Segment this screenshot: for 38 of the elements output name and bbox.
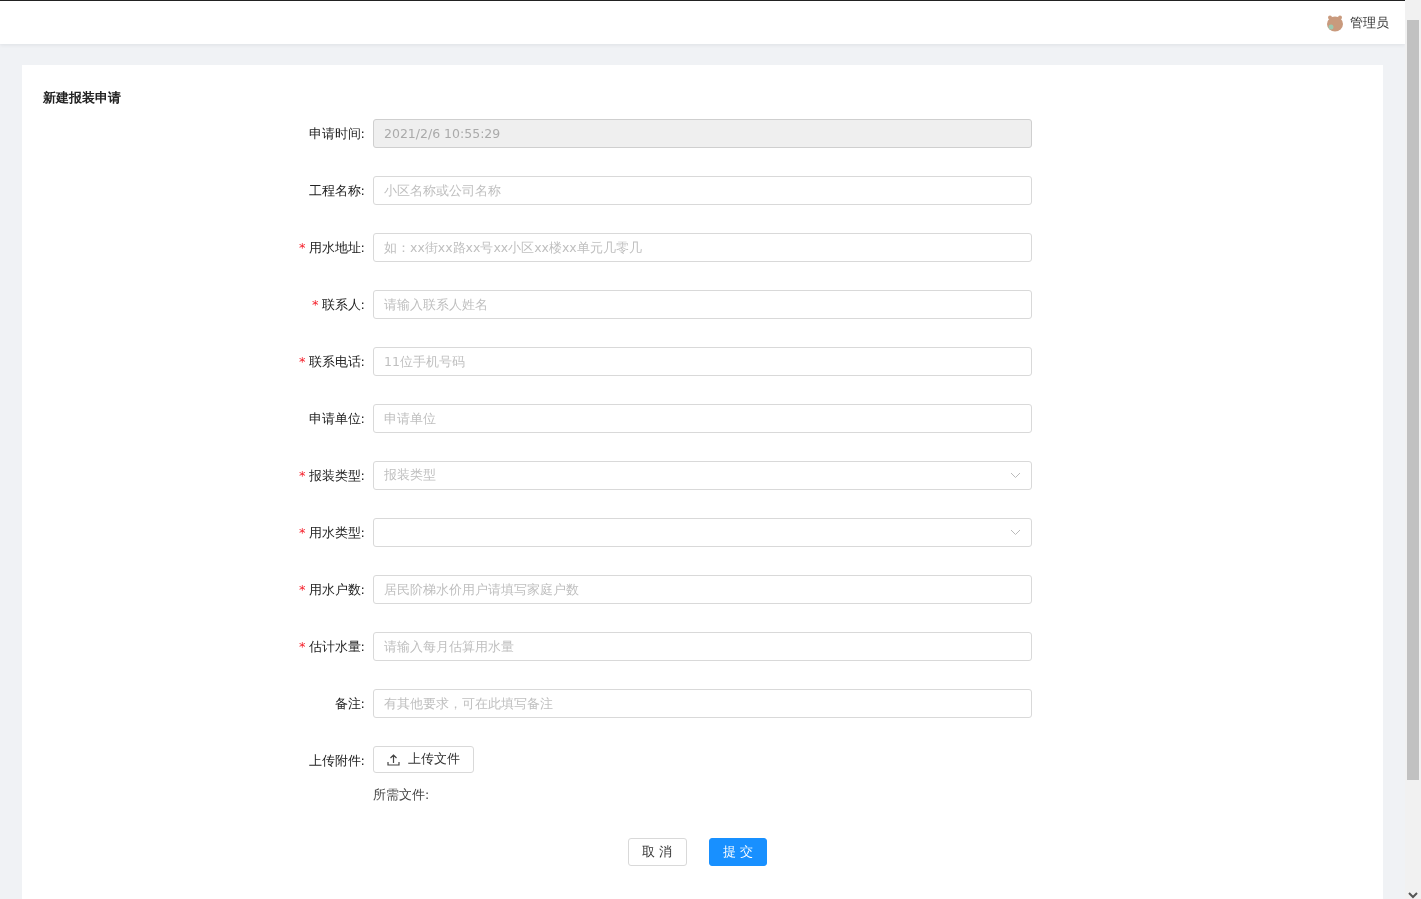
- field-label: 报装类型:: [308, 468, 365, 483]
- field-label: 联系电话:: [308, 354, 365, 369]
- text-field[interactable]: 请输入每月估算用水量: [373, 632, 1032, 661]
- text-field[interactable]: 请输入联系人姓名: [373, 290, 1032, 319]
- chevron-down-icon: [1010, 529, 1021, 536]
- required-mark: *: [299, 354, 306, 369]
- required-mark: *: [299, 582, 306, 597]
- required-mark: *: [299, 468, 306, 483]
- field-label: 估计水量:: [308, 639, 365, 654]
- field-label: 备注:: [334, 696, 365, 711]
- required-mark: *: [299, 639, 306, 654]
- scrollbar[interactable]: [1405, 0, 1421, 899]
- avatar-icon: [1326, 13, 1344, 32]
- field-label: 申请时间:: [308, 126, 365, 141]
- text-field[interactable]: 居民阶梯水价用户请填写家庭户数: [373, 575, 1032, 604]
- user-name[interactable]: 管理员: [1350, 13, 1389, 32]
- scroll-down-icon[interactable]: [1408, 891, 1418, 899]
- text-field[interactable]: 如：xx街xx路xx号xx小区xx楼xx单元几零几: [373, 233, 1032, 262]
- form-title: 新建报装申请: [43, 89, 122, 107]
- chevron-down-icon: [1010, 472, 1021, 479]
- upload-button[interactable]: 上传文件: [373, 746, 474, 773]
- required-mark: *: [299, 525, 306, 540]
- upload-icon: [387, 753, 400, 766]
- text-field[interactable]: 有其他要求，可在此填写备注: [373, 689, 1032, 718]
- text-field[interactable]: 11位手机号码: [373, 347, 1032, 376]
- select-field[interactable]: [373, 518, 1032, 547]
- required-mark: *: [299, 240, 306, 255]
- field-label: 申请单位:: [308, 411, 365, 426]
- field-label: 用水户数:: [308, 582, 365, 597]
- required-files-note: 所需文件:: [373, 787, 431, 804]
- field-label: 用水地址:: [308, 240, 365, 255]
- required-mark: *: [312, 297, 319, 312]
- field-label: 联系人:: [321, 297, 365, 312]
- text-field[interactable]: 申请单位: [373, 404, 1032, 433]
- field-label: 上传附件:: [308, 753, 365, 768]
- cancel-button[interactable]: 取 消: [628, 838, 687, 866]
- field-label: 用水类型:: [308, 525, 365, 540]
- field-label: 工程名称:: [308, 183, 365, 198]
